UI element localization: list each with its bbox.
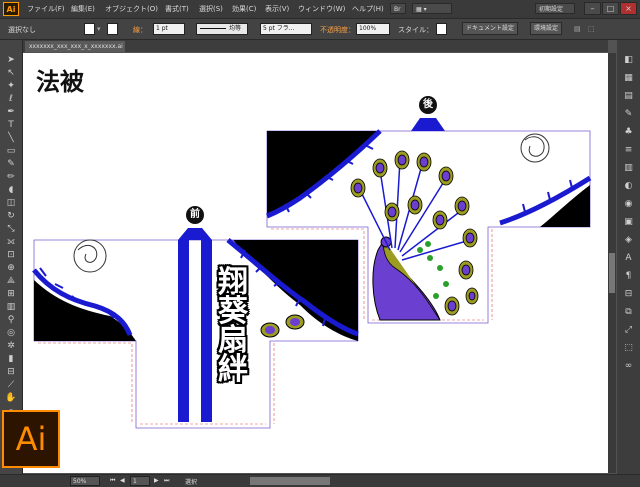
front-label-badge: 前: [186, 206, 204, 224]
page-title: 法被: [36, 67, 84, 96]
paragraph-panel-icon[interactable]: ¶: [622, 270, 635, 282]
vertical-char: 翔: [218, 265, 248, 300]
color-panel-icon[interactable]: ◧: [622, 54, 635, 66]
vertical-name-text: 翔 葵 扇 絆: [216, 265, 250, 387]
pathfinder-panel-icon[interactable]: ⧉: [622, 306, 635, 318]
vertical-char: 扇: [218, 323, 248, 358]
layers-panel-icon[interactable]: ◈: [622, 234, 635, 246]
color-guide-icon[interactable]: ▦: [622, 72, 635, 84]
artboards-panel-icon[interactable]: ⬚: [622, 342, 635, 354]
transform-panel-icon[interactable]: ⤢: [622, 324, 635, 336]
horizontal-scroll-thumb[interactable]: [250, 477, 330, 485]
illustrator-logo: Ai: [2, 410, 60, 468]
character-panel-icon[interactable]: A: [622, 252, 635, 264]
stroke-panel-icon[interactable]: ≡: [622, 144, 635, 156]
previous-artboard-icon[interactable]: ◀: [120, 477, 125, 484]
zoom-level-field[interactable]: 50%: [70, 476, 100, 486]
happi-artwork: [32, 118, 592, 429]
brushes-panel-icon[interactable]: ✎: [622, 108, 635, 120]
vertical-scroll-thumb[interactable]: [609, 253, 615, 293]
links-panel-icon[interactable]: ∞: [622, 360, 635, 372]
last-artboard-icon[interactable]: ⏭: [164, 477, 169, 485]
vertical-char: 葵: [218, 294, 248, 329]
align-panel-icon[interactable]: ⊟: [622, 288, 635, 300]
artboard-number-field[interactable]: 1: [130, 476, 150, 486]
panel-dock: ◧ ▦ ▤ ✎ ♣ ≡ ▥ ◐ ◉ ▣ ◈ A ¶ ⊟ ⧉ ⤢ ⬚ ∞: [617, 40, 640, 474]
first-artboard-icon[interactable]: ⏮: [110, 477, 115, 485]
status-mode-text: 選択: [185, 479, 198, 486]
next-artboard-icon[interactable]: ▶: [154, 477, 159, 484]
swatches-panel-icon[interactable]: ▤: [622, 90, 635, 102]
vertical-scrollbar[interactable]: [608, 53, 616, 473]
front-happi-garment[interactable]: [32, 228, 359, 429]
graphic-styles-icon[interactable]: ▣: [622, 216, 635, 228]
appearance-panel-icon[interactable]: ◉: [622, 198, 635, 210]
transparency-panel-icon[interactable]: ◐: [622, 180, 635, 192]
symbols-panel-icon[interactable]: ♣: [622, 126, 635, 138]
status-bar: 50% ⏮ ◀ 1 ▶ ⏭ 選択: [0, 474, 640, 487]
gradient-panel-icon[interactable]: ▥: [622, 162, 635, 174]
vertical-char: 絆: [218, 352, 248, 387]
back-label-badge: 後: [419, 96, 437, 114]
